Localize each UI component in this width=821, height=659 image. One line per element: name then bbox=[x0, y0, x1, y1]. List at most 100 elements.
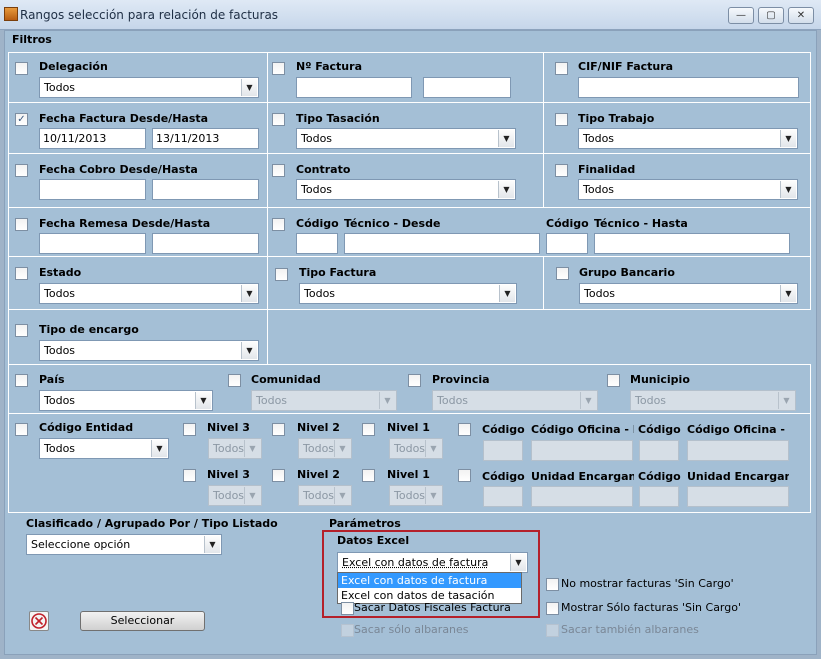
cif-input[interactable] bbox=[578, 77, 799, 98]
tecnico-codigo-desde-input[interactable] bbox=[296, 233, 338, 254]
tecnico-hasta-input[interactable] bbox=[594, 233, 790, 254]
sacar-albaranes-checkbox bbox=[341, 624, 354, 637]
tipo-encargo-checkbox[interactable] bbox=[15, 324, 28, 337]
tipo-trabajo-select[interactable]: Todos ▼ bbox=[578, 128, 798, 149]
cancel-icon bbox=[31, 613, 47, 629]
contrato-checkbox[interactable] bbox=[272, 164, 285, 177]
grupo-bancario-select[interactable]: Todos ▼ bbox=[579, 283, 798, 304]
tecnico-codigo-hasta-label: Código bbox=[546, 217, 589, 230]
codigo-entidad-select[interactable]: Todos ▼ bbox=[39, 438, 169, 459]
estado-label: Estado bbox=[39, 266, 82, 279]
nfactura-hasta-input[interactable] bbox=[423, 77, 511, 98]
tipo-encargo-select[interactable]: Todos ▼ bbox=[39, 340, 259, 361]
fecha-remesa-checkbox[interactable] bbox=[15, 218, 28, 231]
pais-select[interactable]: Todos ▼ bbox=[39, 390, 213, 411]
tipo-tasacion-select[interactable]: Todos ▼ bbox=[296, 128, 516, 149]
seleccionar-button[interactable]: Seleccionar bbox=[80, 611, 205, 631]
close-button[interactable]: ✕ bbox=[788, 7, 814, 24]
app-icon bbox=[4, 7, 18, 21]
estado-checkbox[interactable] bbox=[15, 267, 28, 280]
oficina-codigo-desde-input bbox=[483, 440, 523, 461]
unidad-codigo2-label: Código bbox=[638, 470, 681, 483]
nfactura-label: Nº Factura bbox=[296, 60, 362, 73]
municipio-label: Municipio bbox=[630, 373, 690, 386]
chevron-down-icon: ▼ bbox=[241, 79, 257, 96]
dropdown-option-factura[interactable]: Excel con datos de factura bbox=[338, 573, 521, 588]
codigo-entidad-label: Código Entidad bbox=[39, 421, 134, 434]
sacar-fiscales-checkbox[interactable] bbox=[341, 602, 354, 615]
tecnico-desde-input[interactable] bbox=[344, 233, 540, 254]
no-mostrar-checkbox[interactable] bbox=[546, 578, 559, 591]
provincia-select: Todos ▼ bbox=[432, 390, 598, 411]
grupo-bancario-checkbox[interactable] bbox=[556, 267, 569, 280]
fecha-factura-desde-input[interactable]: 10/11/2013 bbox=[39, 128, 146, 149]
no-mostrar-label: No mostrar facturas 'Sin Cargo' bbox=[561, 577, 734, 590]
nivel2-checkbox[interactable] bbox=[272, 423, 285, 436]
pais-checkbox[interactable] bbox=[15, 374, 28, 387]
codigo-entidad-checkbox[interactable] bbox=[15, 423, 28, 436]
municipio-checkbox[interactable] bbox=[607, 374, 620, 387]
tipo-tasacion-label: Tipo Tasación bbox=[296, 112, 380, 125]
tipo-factura-select[interactable]: Todos ▼ bbox=[299, 283, 517, 304]
finalidad-checkbox[interactable] bbox=[555, 164, 568, 177]
tipo-factura-checkbox[interactable] bbox=[275, 268, 288, 281]
nivel3b-checkbox[interactable] bbox=[183, 469, 196, 482]
nivel3-checkbox[interactable] bbox=[183, 423, 196, 436]
delegacion-label: Delegación bbox=[39, 60, 108, 73]
contrato-label: Contrato bbox=[296, 163, 351, 176]
nivel2b-checkbox[interactable] bbox=[272, 469, 285, 482]
fecha-factura-checkbox[interactable]: ✓ bbox=[15, 113, 28, 126]
chevron-down-icon: ▼ bbox=[499, 285, 515, 302]
fecha-cobro-hasta-input[interactable] bbox=[152, 179, 259, 200]
nivel1b-checkbox[interactable] bbox=[362, 469, 375, 482]
chevron-down-icon: ▼ bbox=[780, 285, 796, 302]
window-title: Rangos selección para relación de factur… bbox=[20, 8, 279, 22]
tipo-trabajo-checkbox[interactable] bbox=[555, 113, 568, 126]
chevron-down-icon: ▼ bbox=[334, 487, 350, 504]
unidad-desde-input bbox=[531, 486, 633, 507]
tecnico-codigo-hasta-input[interactable] bbox=[546, 233, 588, 254]
tecnico-checkbox[interactable] bbox=[272, 218, 285, 231]
cancel-button[interactable] bbox=[29, 611, 49, 631]
nfactura-desde-input[interactable] bbox=[296, 77, 412, 98]
tecnico-desde-label: Técnico - Desde bbox=[344, 217, 441, 230]
comunidad-label: Comunidad bbox=[251, 373, 321, 386]
nfactura-checkbox[interactable] bbox=[272, 62, 285, 75]
chevron-down-icon: ▼ bbox=[241, 285, 257, 302]
oficina-hasta-input bbox=[687, 440, 789, 461]
unidad-checkbox[interactable] bbox=[458, 469, 471, 482]
provincia-checkbox[interactable] bbox=[408, 374, 421, 387]
chevron-down-icon: ▼ bbox=[780, 181, 796, 198]
nivel1-checkbox[interactable] bbox=[362, 423, 375, 436]
oficina-checkbox[interactable] bbox=[458, 423, 471, 436]
oficina-codigo-hasta-input bbox=[639, 440, 679, 461]
chevron-down-icon: ▼ bbox=[334, 440, 350, 457]
chevron-down-icon: ▼ bbox=[379, 392, 395, 409]
contrato-select[interactable]: Todos ▼ bbox=[296, 179, 516, 200]
delegacion-select[interactable]: Todos ▼ bbox=[39, 77, 259, 98]
grupo-bancario-label: Grupo Bancario bbox=[579, 266, 675, 279]
datos-excel-label: Datos Excel bbox=[337, 534, 410, 547]
mostrar-solo-checkbox[interactable] bbox=[546, 602, 559, 615]
oficina-desde-input bbox=[531, 440, 633, 461]
minimize-button[interactable]: — bbox=[728, 7, 754, 24]
chevron-down-icon: ▼ bbox=[425, 440, 441, 457]
comunidad-checkbox[interactable] bbox=[228, 374, 241, 387]
cif-checkbox[interactable] bbox=[555, 62, 568, 75]
delegacion-checkbox[interactable] bbox=[15, 62, 28, 75]
maximize-button[interactable]: ▢ bbox=[758, 7, 784, 24]
datos-excel-select[interactable]: Excel con datos de factura ▼ bbox=[337, 552, 528, 573]
clasificado-select[interactable]: Seleccione opción ▼ bbox=[26, 534, 222, 555]
unidad-hasta-label: Unidad Encargante bbox=[687, 470, 789, 483]
sacar-fiscales-label: Sacar Datos Fiscales Factura bbox=[354, 601, 511, 614]
clasificado-label: Clasificado / Agrupado Por / Tipo Listad… bbox=[26, 517, 278, 530]
fecha-factura-hasta-input[interactable]: 13/11/2013 bbox=[152, 128, 259, 149]
estado-select[interactable]: Todos ▼ bbox=[39, 283, 259, 304]
finalidad-select[interactable]: Todos ▼ bbox=[578, 179, 798, 200]
fecha-cobro-desde-input[interactable] bbox=[39, 179, 146, 200]
tipo-tasacion-checkbox[interactable] bbox=[272, 113, 285, 126]
fecha-remesa-hasta-input[interactable] bbox=[152, 233, 259, 254]
fecha-cobro-checkbox[interactable] bbox=[15, 164, 28, 177]
fecha-remesa-desde-input[interactable] bbox=[39, 233, 146, 254]
unidad-codigo-label: Código bbox=[482, 470, 525, 483]
